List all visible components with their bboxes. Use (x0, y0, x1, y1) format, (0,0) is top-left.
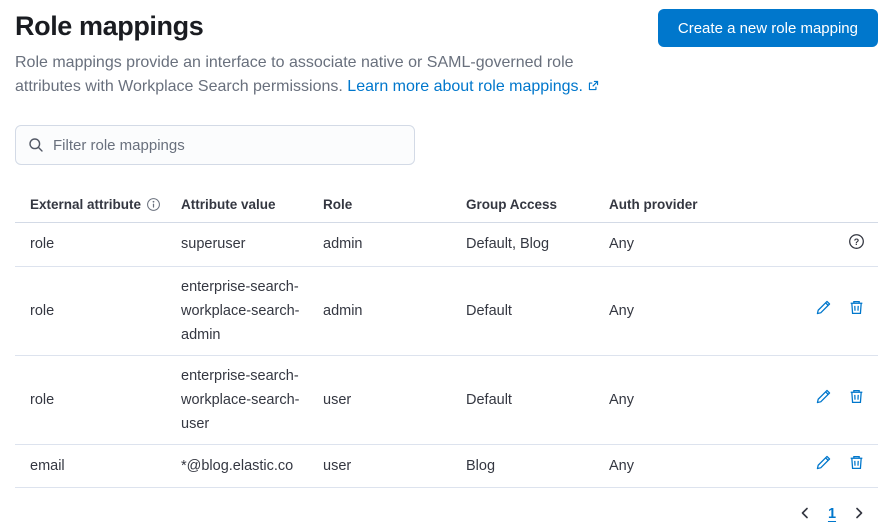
edit-icon[interactable] (814, 386, 834, 406)
role-mappings-table: External attribute Attribute value Role … (15, 189, 878, 488)
learn-more-link[interactable]: Learn more about role mappings. (347, 78, 600, 95)
column-header-attribute-value: Attribute value (181, 189, 323, 223)
filter-role-mappings-input[interactable] (53, 136, 402, 154)
edit-icon[interactable] (814, 453, 834, 473)
table-header-row: External attribute Attribute value Role … (15, 189, 878, 223)
cell-actions (787, 355, 878, 445)
cell-role: admin (323, 222, 466, 267)
cell-auth-provider: Any (609, 266, 787, 356)
cell-attribute-value: enterprise-search-workplace-search-admin (181, 266, 323, 356)
column-header-external-attribute: External attribute (15, 189, 181, 223)
cell-external-attribute: role (15, 355, 181, 445)
page-description: Role mappings provide an interface to as… (15, 51, 640, 100)
cell-actions: ? (787, 222, 878, 267)
svg-text:?: ? (853, 236, 859, 246)
filter-search-box[interactable] (15, 125, 415, 165)
delete-icon[interactable] (846, 386, 866, 406)
delete-icon[interactable] (846, 453, 866, 473)
learn-more-link-label: Learn more about role mappings. (347, 78, 583, 95)
help-icon[interactable]: ? (846, 231, 866, 251)
cell-group-access: Default (466, 266, 609, 356)
chevron-left-icon (797, 505, 813, 524)
info-icon[interactable] (146, 197, 161, 212)
cell-auth-provider: Any (609, 444, 787, 488)
cell-auth-provider: Any (609, 355, 787, 445)
table-row: role enterprise-search-workplace-search-… (15, 355, 878, 445)
cell-group-access: Default (466, 355, 609, 445)
column-header-group-access: Group Access (466, 189, 609, 223)
table-row: email *@blog.elastic.co user Blog Any (15, 444, 878, 488)
cell-role: user (323, 355, 466, 445)
table-row: role superuser admin Default, Blog Any ? (15, 222, 878, 267)
next-page-button[interactable] (846, 501, 872, 527)
cell-actions (787, 266, 878, 356)
previous-page-button[interactable] (792, 501, 818, 527)
cell-role: user (323, 444, 466, 488)
page-number-current[interactable]: 1 (820, 501, 844, 527)
role-mappings-page: Role mappings Role mappings provide an i… (0, 0, 893, 526)
cell-group-access: Blog (466, 444, 609, 488)
external-link-icon (587, 76, 600, 100)
cell-group-access: Default, Blog (466, 222, 609, 267)
cell-external-attribute: role (15, 266, 181, 356)
column-header-auth-provider: Auth provider (609, 189, 787, 223)
cell-role: admin (323, 266, 466, 356)
column-header-label: External attribute (30, 197, 142, 212)
delete-icon[interactable] (846, 297, 866, 317)
column-header-actions (787, 189, 878, 223)
cell-attribute-value: superuser (181, 222, 323, 267)
edit-icon[interactable] (814, 297, 834, 317)
search-icon (28, 137, 44, 153)
cell-attribute-value: *@blog.elastic.co (181, 444, 323, 488)
cell-attribute-value: enterprise-search-workplace-search-user (181, 355, 323, 445)
column-header-role: Role (323, 189, 466, 223)
page-header: Role mappings Role mappings provide an i… (15, 8, 878, 100)
page-header-text: Role mappings Role mappings provide an i… (15, 8, 640, 100)
page-title: Role mappings (15, 11, 204, 41)
pagination: 1 (15, 501, 878, 527)
cell-actions (787, 444, 878, 488)
table-row: role enterprise-search-workplace-search-… (15, 266, 878, 356)
chevron-right-icon (851, 505, 867, 524)
cell-external-attribute: role (15, 222, 181, 267)
cell-external-attribute: email (15, 444, 181, 488)
create-role-mapping-button[interactable]: Create a new role mapping (657, 9, 878, 47)
cell-auth-provider: Any (609, 222, 787, 267)
